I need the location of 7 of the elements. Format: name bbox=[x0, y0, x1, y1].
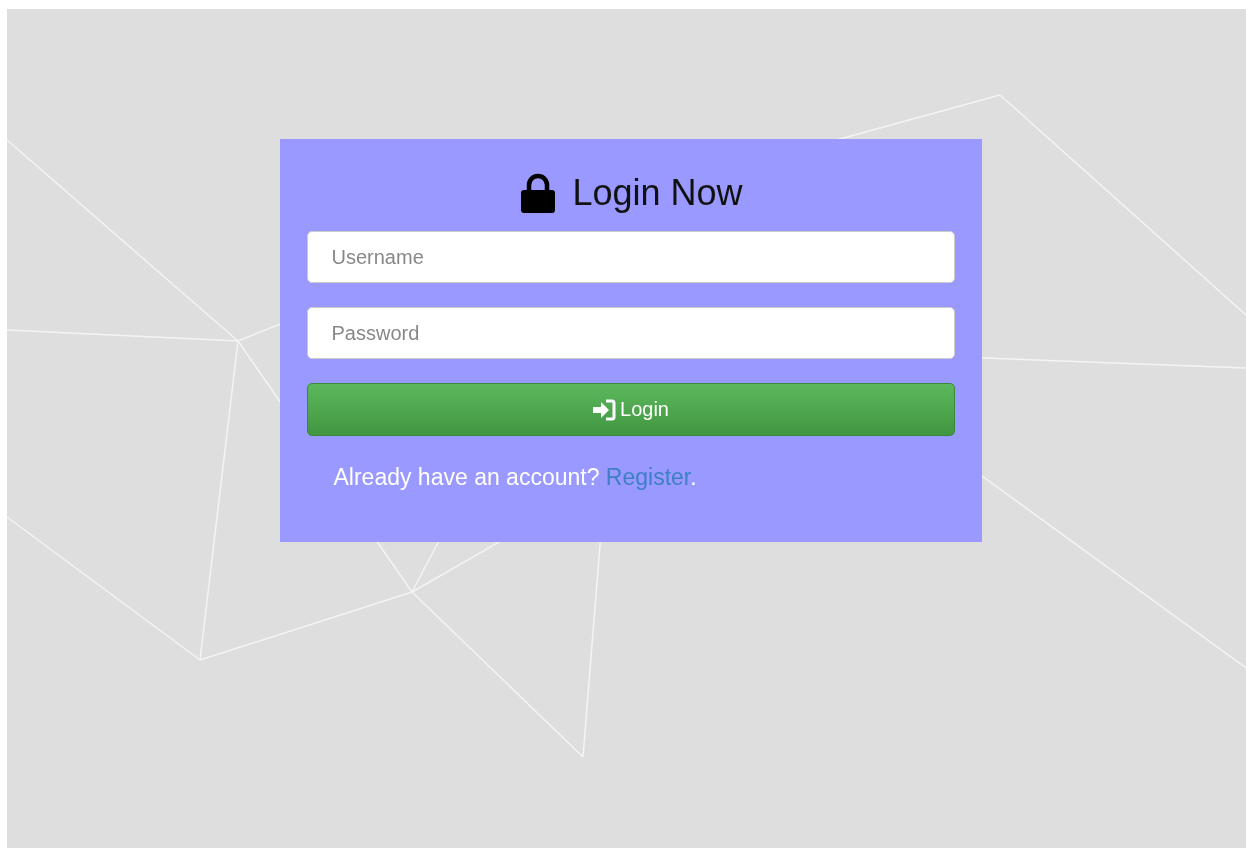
login-title: Login Now bbox=[572, 172, 743, 214]
register-prompt: Already have an account? Register. bbox=[333, 464, 698, 491]
register-link[interactable]: Register bbox=[605, 464, 691, 490]
login-button[interactable]: Login bbox=[306, 383, 955, 436]
sign-in-icon bbox=[592, 398, 617, 421]
password-field[interactable]: Password bbox=[306, 307, 955, 359]
username-field[interactable]: Username bbox=[306, 231, 955, 283]
